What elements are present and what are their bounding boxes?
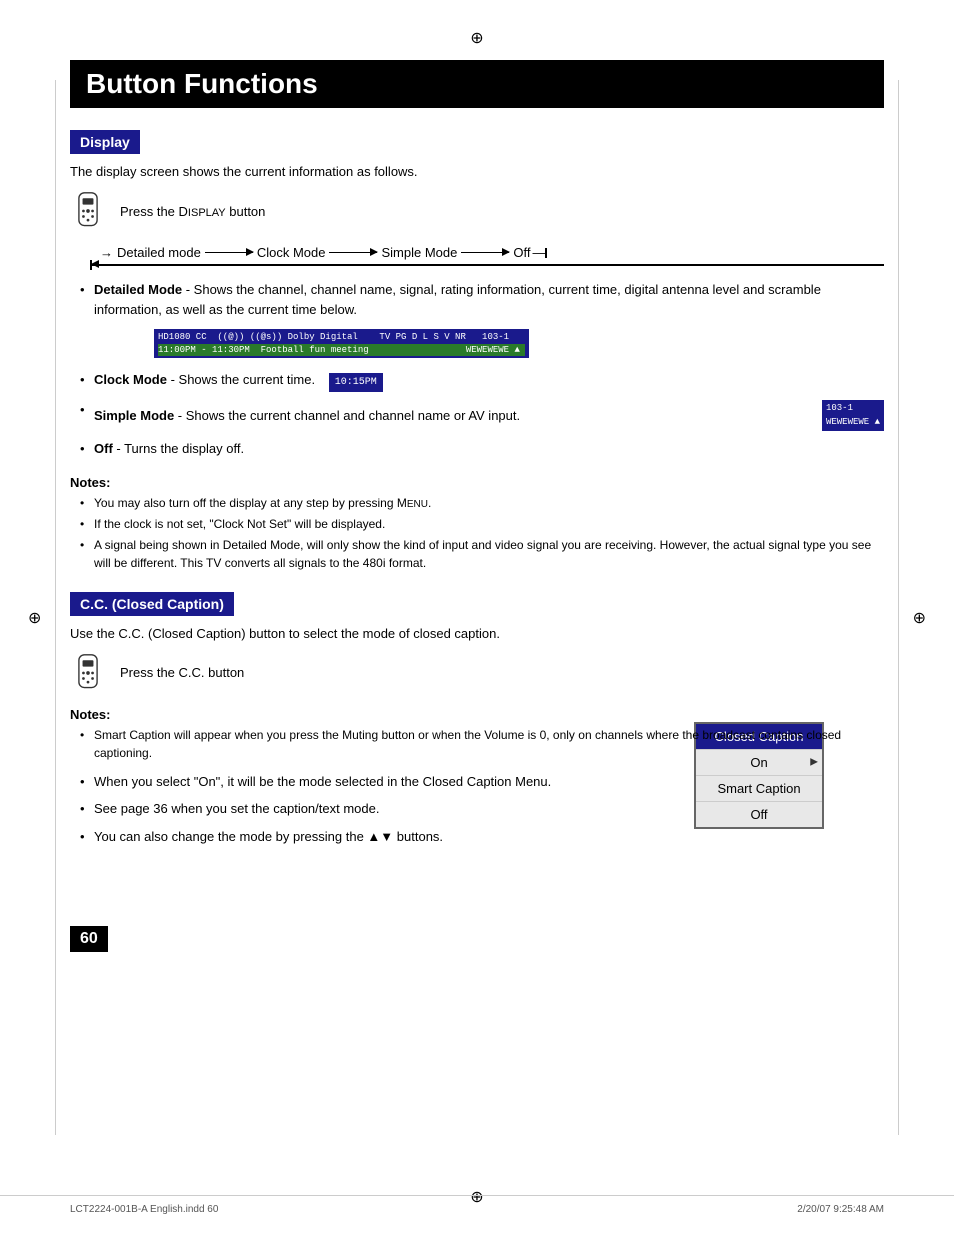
cc-heading: C.C. (Closed Caption)	[70, 592, 234, 616]
display-section: Display The display screen shows the cur…	[70, 130, 884, 572]
page-container: ⊕ ⊕ ⊕ Button Functions Display The displ…	[0, 0, 954, 1235]
display-bullets: Detailed Mode - Shows the channel, chann…	[70, 280, 884, 459]
bullet-simple-mode: Simple Mode - Shows the current channel …	[80, 400, 884, 431]
cc-section: C.C. (Closed Caption) Use the C.C. (Clos…	[70, 592, 884, 847]
flow-arrow2	[327, 252, 379, 254]
page-number: 60	[70, 926, 108, 952]
flow-step1: Detailed mode	[117, 245, 201, 260]
clock-display: 10:15PM	[329, 373, 383, 392]
display-press-row: Press the DISPLAY button	[70, 191, 884, 231]
top-center-mark: ⊕	[470, 28, 483, 48]
flow-step2: Clock Mode	[257, 245, 326, 260]
display-notes: Notes: You may also turn off the display…	[70, 475, 884, 572]
cc-remote-icon	[70, 653, 106, 693]
flow-arrow1	[203, 252, 255, 254]
left-border-line	[55, 80, 56, 1135]
display-press-label: Press the DISPLAY button	[120, 204, 265, 219]
osd-display: HD1080 CC ((@)) ((@s)) Dolby Digital TV …	[154, 329, 529, 358]
bullet-off: Off - Turns the display off.	[80, 439, 884, 459]
cc-notes-title: Notes:	[70, 707, 884, 722]
cc-note-3: See page 36 when you set the caption/tex…	[80, 799, 884, 819]
cc-press-row: Press the C.C. button	[70, 653, 884, 693]
display-heading: Display	[70, 130, 140, 154]
side-mark-right: ⊕	[913, 608, 926, 628]
display-note-1: You may also turn off the display at any…	[80, 494, 884, 512]
osd-row1: HD1080 CC ((@)) ((@s)) Dolby Digital TV …	[158, 331, 525, 344]
osd-row2: 11:00PM - 11:30PM Football fun meeting W…	[158, 344, 525, 357]
bullet-clock-mode: Clock Mode - Shows the current time. 10:…	[80, 370, 884, 392]
flow-step4: Off	[513, 245, 530, 260]
display-note-2: If the clock is not set, "Clock Not Set"…	[80, 515, 884, 533]
display-note-3: A signal being shown in Detailed Mode, w…	[80, 536, 884, 572]
cc-note-1: Smart Caption will appear when you press…	[80, 726, 884, 762]
cc-note-4: You can also change the mode by pressing…	[80, 827, 884, 847]
cc-note-2: When you select "On", it will be the mod…	[80, 772, 884, 792]
flow-step3: Simple Mode	[381, 245, 457, 260]
side-mark-left: ⊕	[28, 608, 41, 628]
page-title: Button Functions	[70, 60, 884, 108]
footer-right: 2/20/07 9:25:48 AM	[797, 1204, 884, 1215]
channel-display: 103-1WEWEWEWE ▲	[822, 400, 884, 431]
page-number-container: 60	[70, 906, 884, 952]
cc-intro: Use the C.C. (Closed Caption) button to …	[70, 626, 884, 641]
display-intro: The display screen shows the current inf…	[70, 164, 884, 179]
right-border-line	[898, 80, 899, 1135]
cc-press-label: Press the C.C. button	[120, 665, 244, 680]
remote-icon	[70, 191, 106, 231]
bullet-detailed-mode: Detailed Mode - Shows the channel, chann…	[80, 280, 884, 362]
display-notes-title: Notes:	[70, 475, 884, 490]
flow-diagram: → Detailed mode Clock Mode Simple Mode	[80, 245, 884, 270]
footer-left: LCT2224-001B-A English.indd 60	[70, 1204, 218, 1215]
flow-arrow3	[459, 252, 511, 254]
footer: LCT2224-001B-A English.indd 60 2/20/07 9…	[0, 1195, 954, 1215]
